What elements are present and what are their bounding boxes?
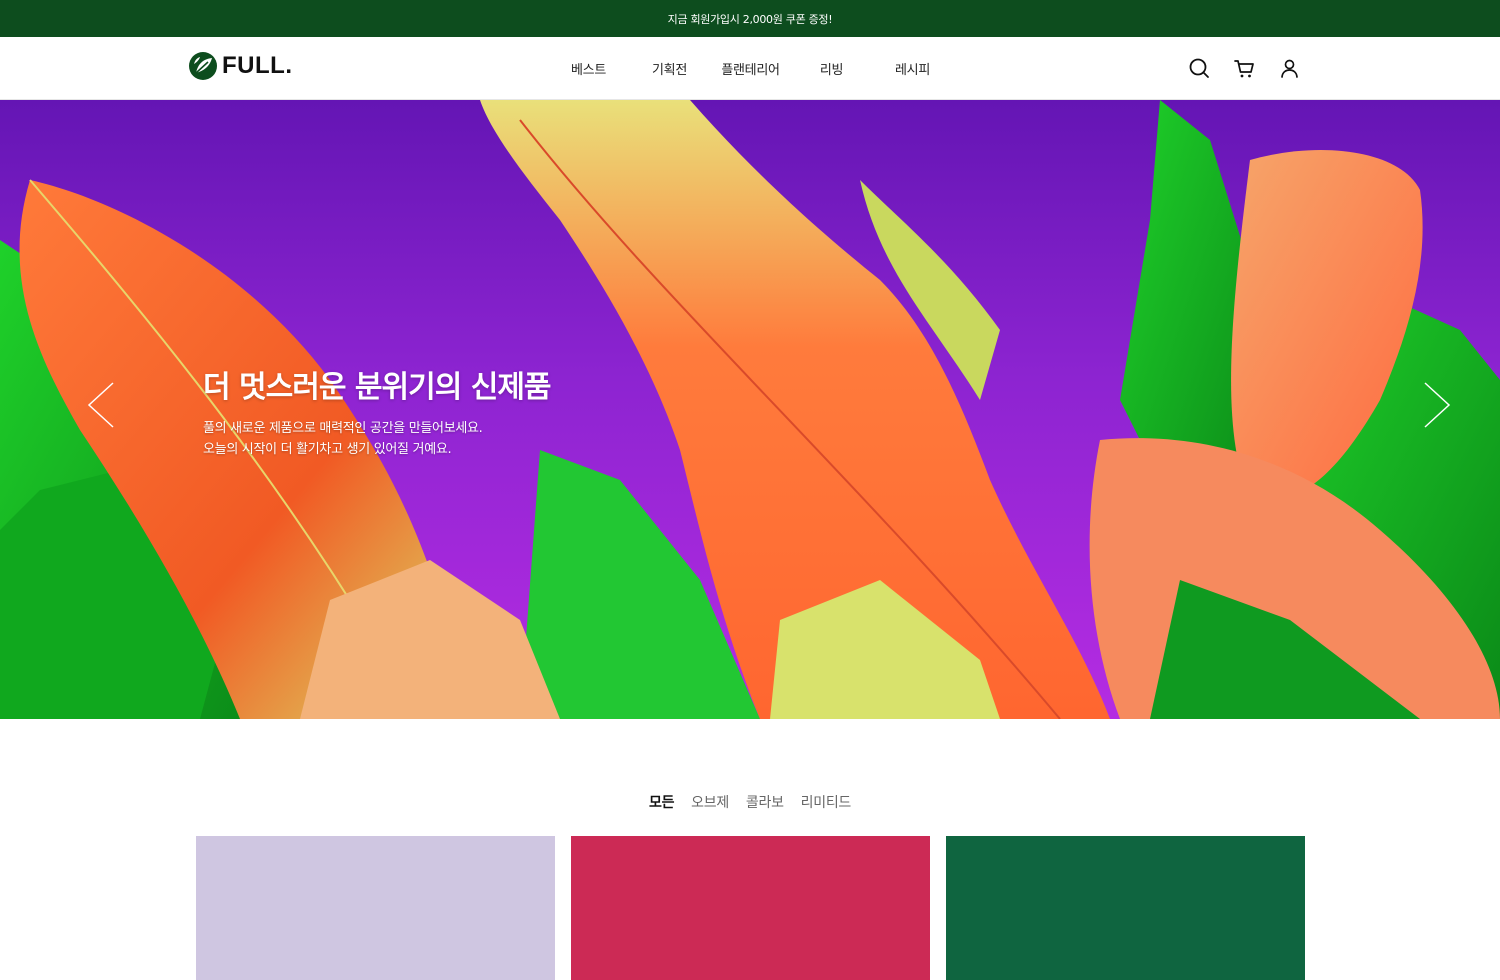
promo-banner[interactable]: 지금 회원가입시 2,000원 쿠폰 증정! <box>0 0 1500 37</box>
hero-title: 더 멋스러운 분위기의 신제품 <box>203 370 552 405</box>
nav-item-living[interactable]: 리빙 <box>791 59 872 78</box>
user-icon[interactable] <box>1277 56 1302 81</box>
nav-item-exhibition[interactable]: 기획전 <box>629 59 710 78</box>
hero-banner[interactable]: 더 멋스러운 분위기의 신제품 풀의 새로운 제품으로 매력적인 공간을 만들어… <box>0 100 1500 719</box>
hero-desc-line-1: 풀의 새로운 제품으로 매력적인 공간을 만들어보세요. <box>203 421 483 436</box>
tab-all[interactable]: 모든 <box>649 792 674 812</box>
product-card-2[interactable] <box>571 836 930 980</box>
site-header: FULL. 베스트 기획전 플랜테리어 리빙 레시피 <box>0 37 1500 100</box>
product-card-1[interactable] <box>196 836 555 980</box>
product-card-3[interactable] <box>946 836 1305 980</box>
leaf-logo-icon <box>189 52 217 80</box>
chevron-right-icon[interactable] <box>1422 380 1452 430</box>
header-icons <box>1187 56 1302 81</box>
nav-item-planterior[interactable]: 플랜테리어 <box>710 59 791 78</box>
tab-collabo[interactable]: 콜라보 <box>746 792 784 812</box>
logo[interactable]: FULL. <box>188 51 292 81</box>
cart-icon[interactable] <box>1232 56 1257 81</box>
category-tabs: 모든 오브제 콜라보 리미티드 <box>0 792 1500 812</box>
main-nav: 베스트 기획전 플랜테리어 리빙 레시피 <box>548 37 953 99</box>
logo-text: FULL. <box>222 52 293 79</box>
tab-limited[interactable]: 리미티드 <box>801 792 852 812</box>
search-icon[interactable] <box>1187 56 1212 81</box>
hero-desc-line-2: 오늘의 시작이 더 활기차고 생기 있어질 거예요. <box>203 442 452 457</box>
hero-description: 풀의 새로운 제품으로 매력적인 공간을 만들어보세요. 오늘의 시작이 더 활… <box>203 418 483 460</box>
banana-leaves-image <box>0 100 1500 719</box>
nav-item-recipe[interactable]: 레시피 <box>872 59 953 78</box>
chevron-left-icon[interactable] <box>86 380 116 430</box>
promo-text: 지금 회원가입시 2,000원 쿠폰 증정! <box>667 12 833 26</box>
tab-objet[interactable]: 오브제 <box>691 792 729 812</box>
nav-item-best[interactable]: 베스트 <box>548 59 629 78</box>
